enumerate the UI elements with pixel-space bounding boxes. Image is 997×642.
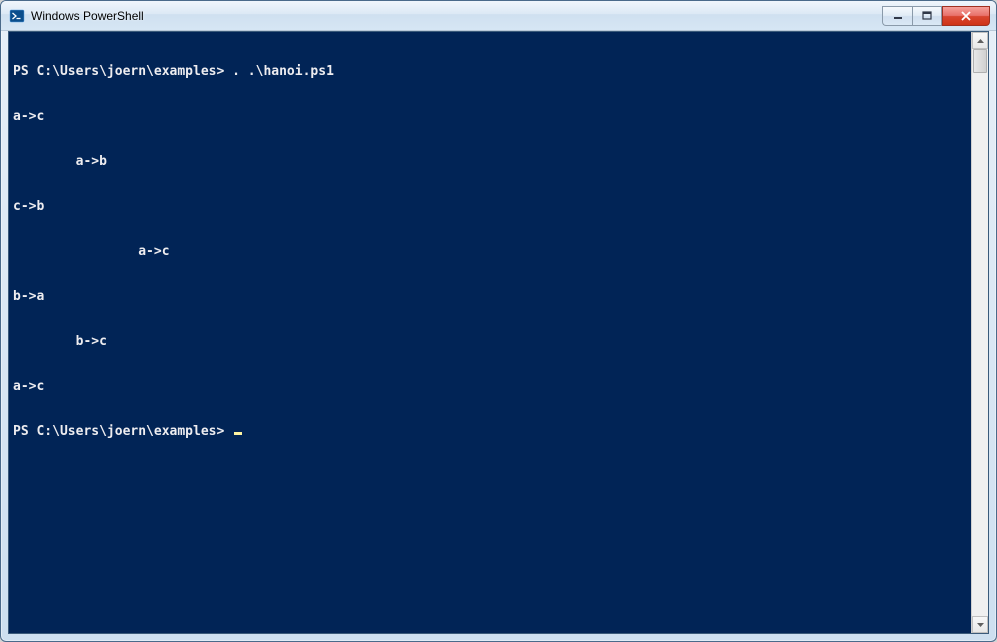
powershell-window: Windows PowerShell PS C:\Users	[0, 0, 997, 642]
prompt-line[interactable]: PS C:\Users\joern\examples>	[13, 424, 971, 439]
output-line: PS C:\Users\joern\examples> . .\hanoi.ps…	[13, 64, 971, 79]
scroll-up-button[interactable]	[972, 32, 988, 49]
terminal-output[interactable]: PS C:\Users\joern\examples> . .\hanoi.ps…	[9, 32, 971, 633]
output-line: a->c	[13, 109, 971, 124]
output-line: c->b	[13, 199, 971, 214]
scroll-down-button[interactable]	[972, 616, 988, 633]
output-line: a->c	[13, 244, 971, 259]
cursor	[234, 432, 242, 435]
maximize-button[interactable]	[912, 6, 942, 26]
scroll-thumb[interactable]	[973, 49, 987, 73]
output-line: b->c	[13, 334, 971, 349]
window-controls	[882, 6, 990, 26]
vertical-scrollbar	[971, 32, 988, 633]
minimize-button[interactable]	[882, 6, 912, 26]
client-area: PS C:\Users\joern\examples> . .\hanoi.ps…	[8, 31, 989, 634]
output-line: b->a	[13, 289, 971, 304]
output-line: a->c	[13, 379, 971, 394]
prompt-text: PS C:\Users\joern\examples>	[13, 424, 232, 439]
window-title: Windows PowerShell	[31, 9, 882, 23]
close-button[interactable]	[942, 6, 990, 26]
titlebar[interactable]: Windows PowerShell	[1, 1, 996, 31]
output-line: a->b	[13, 154, 971, 169]
powershell-icon	[9, 8, 25, 24]
scroll-track[interactable]	[972, 49, 988, 616]
